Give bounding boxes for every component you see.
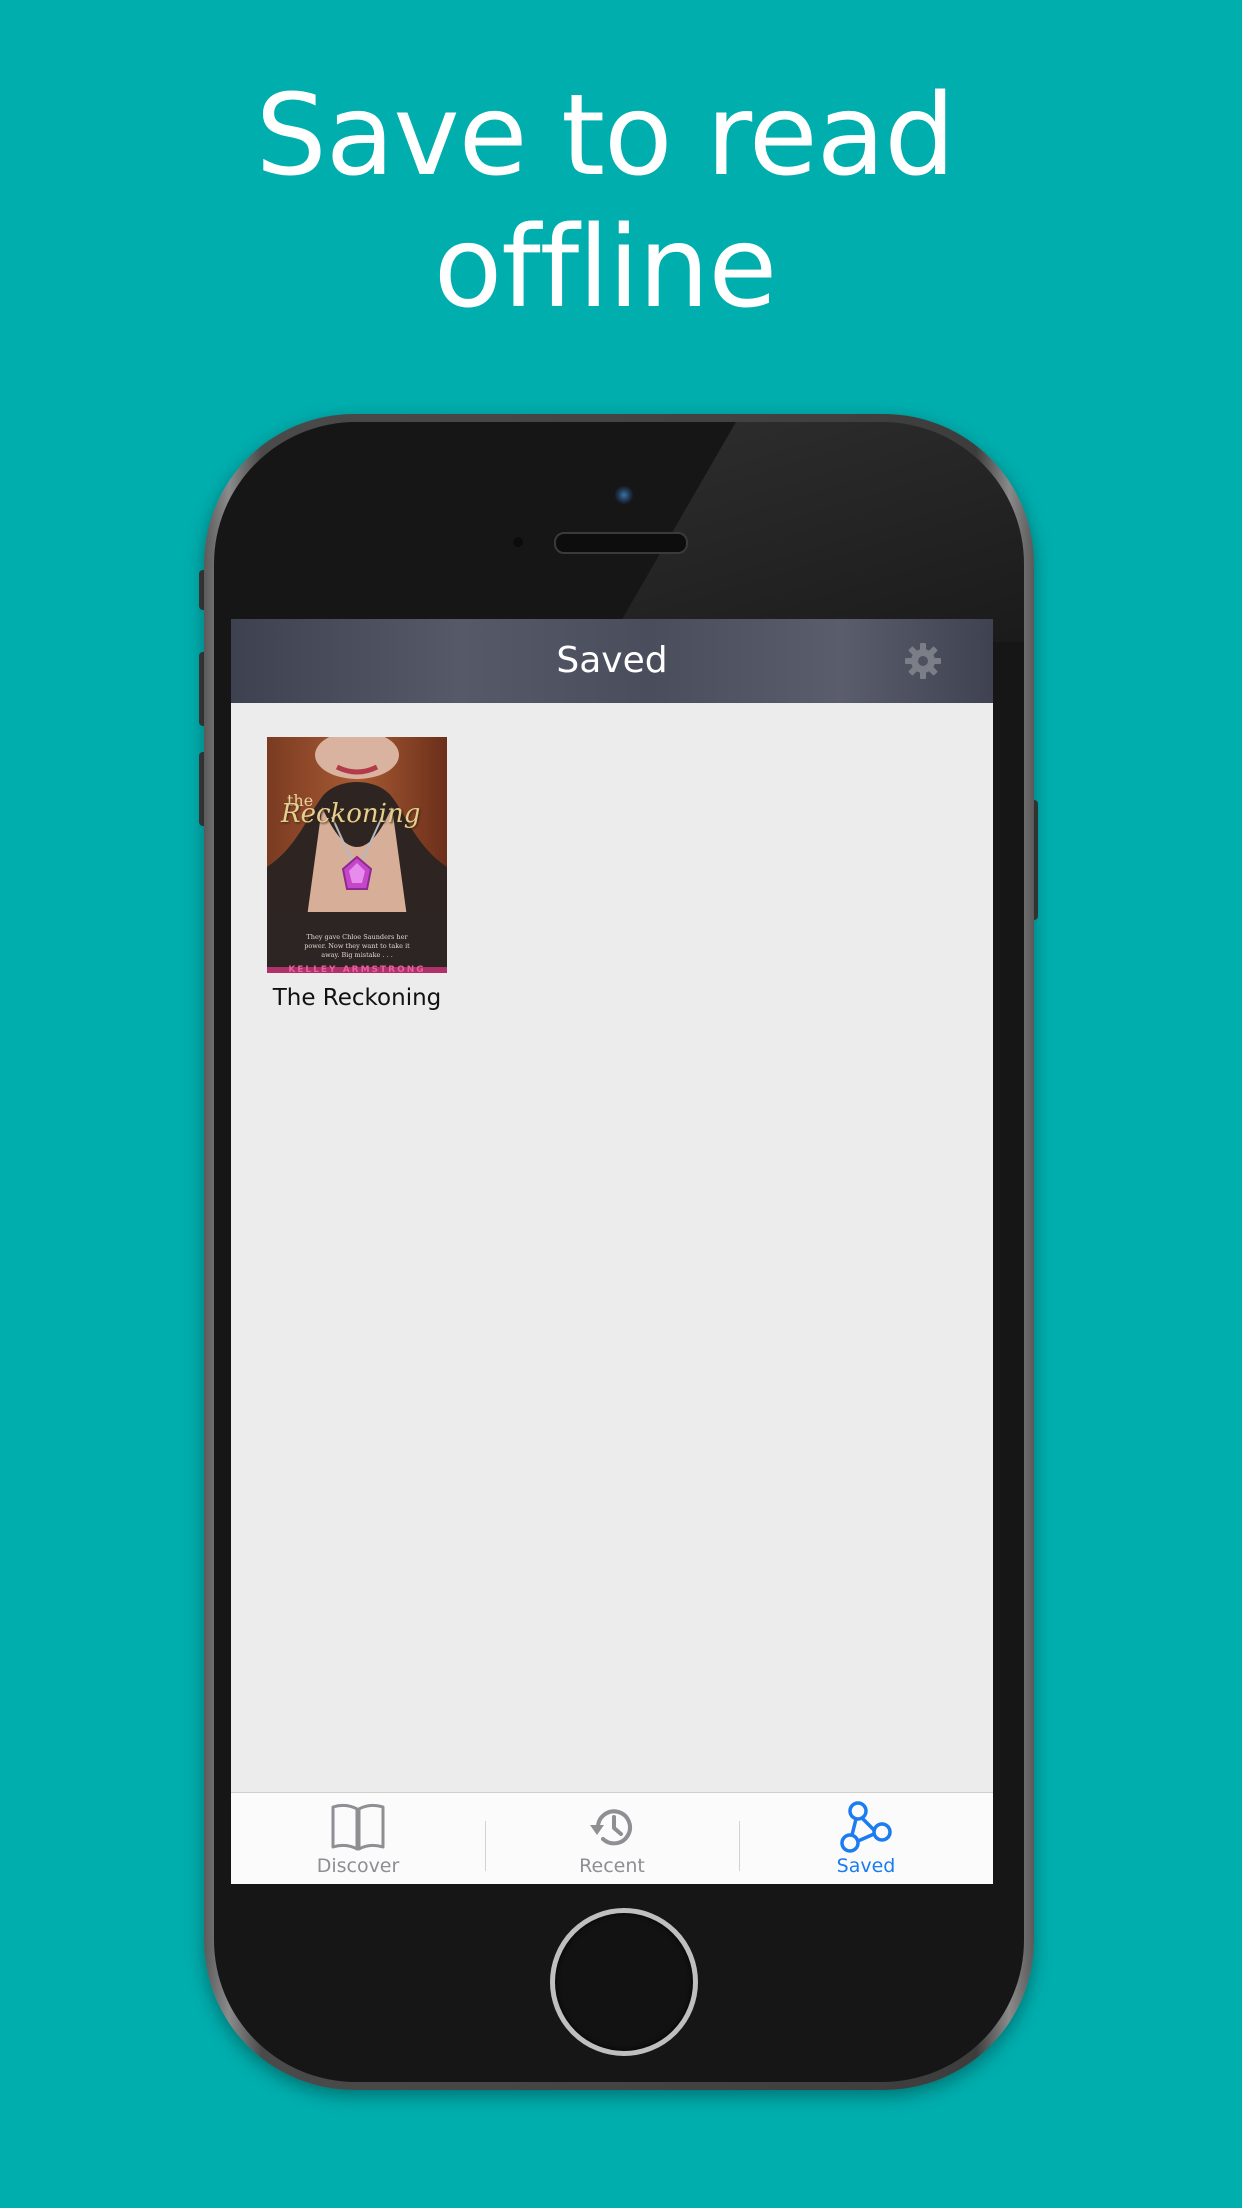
gear-icon[interactable] xyxy=(903,641,943,681)
tab-discover[interactable]: Discover xyxy=(231,1793,485,1884)
cover-blurb-3: away. Big mistake . . . xyxy=(321,951,393,959)
app-screen: Saved the Reckoning They gave Chloe Saun… xyxy=(231,619,993,1884)
tab-label-discover: Discover xyxy=(316,1855,400,1877)
saved-book-item[interactable]: the Reckoning They gave Chloe Saunders h… xyxy=(267,737,447,1011)
cover-blurb-1: They gave Chloe Saunders her xyxy=(306,933,408,941)
cover-title: Reckoning xyxy=(281,799,421,829)
book-cover[interactable]: the Reckoning They gave Chloe Saunders h… xyxy=(267,737,447,973)
saved-nodes-icon xyxy=(840,1801,892,1853)
earpiece-speaker xyxy=(554,532,688,554)
page-title: Saved xyxy=(556,640,668,681)
book-title[interactable]: The Reckoning xyxy=(267,985,447,1011)
navigation-bar: Saved xyxy=(231,619,993,703)
tab-saved[interactable]: Saved xyxy=(739,1793,993,1884)
open-book-icon xyxy=(331,1803,385,1851)
tab-bar: Discover Recent Saved xyxy=(231,1792,993,1884)
history-icon xyxy=(590,1809,632,1846)
home-button[interactable] xyxy=(550,1908,698,2056)
tab-label-saved: Saved xyxy=(836,1855,896,1877)
headline-line-2: offline xyxy=(433,203,778,333)
tab-label-recent: Recent xyxy=(579,1855,645,1877)
headline-line-1: Save to read xyxy=(255,71,956,201)
headline: Save to read offline xyxy=(0,70,1210,334)
cover-blurb-2: power. Now they want to take it xyxy=(304,942,410,950)
proximity-sensor xyxy=(513,537,523,547)
tab-recent[interactable]: Recent xyxy=(485,1793,739,1884)
front-camera xyxy=(615,486,633,504)
cover-author: KELLEY ARMSTRONG xyxy=(288,965,426,973)
